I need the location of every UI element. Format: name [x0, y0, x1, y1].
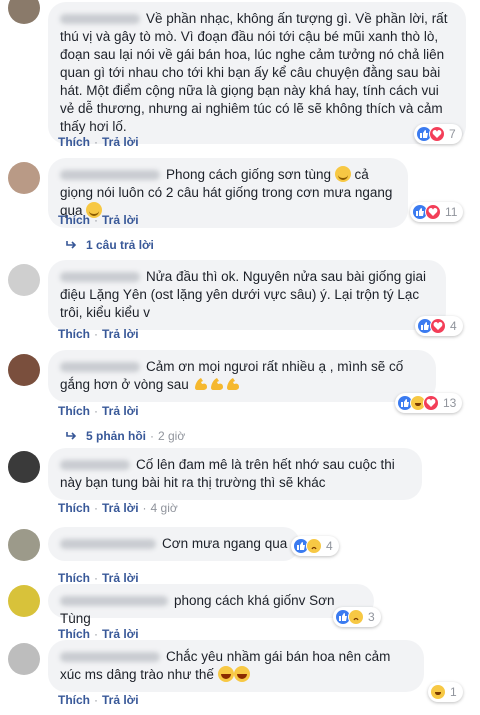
- reaction-count: 11: [445, 205, 458, 219]
- author-name-blurred[interactable]: [60, 14, 140, 25]
- replies-label: 1 câu trả lời: [86, 238, 154, 252]
- comment-text: Cơn mưa ngang qua: [162, 536, 288, 551]
- like-link[interactable]: Thích: [58, 327, 90, 341]
- reply-link[interactable]: Trả lời: [102, 571, 139, 585]
- comment-actions: Thích · Trả lời · 4 giờ: [58, 501, 178, 515]
- avatar[interactable]: [8, 643, 40, 675]
- author-name-blurred[interactable]: [60, 460, 130, 471]
- reply-link[interactable]: Trả lời: [102, 501, 139, 515]
- view-replies-link[interactable]: 5 phản hồi · 2 giờ: [66, 429, 185, 443]
- sad-icon: [348, 609, 364, 625]
- sad-icon: [306, 538, 322, 554]
- reaction-summary[interactable]: 4: [291, 536, 339, 556]
- reaction-summary[interactable]: 3: [333, 607, 381, 627]
- author-name-blurred[interactable]: [60, 539, 156, 550]
- comment-text: Về phần nhạc, không ấn tượng gì. Về phần…: [60, 11, 448, 134]
- haha-icon: [430, 684, 446, 700]
- like-link[interactable]: Thích: [58, 627, 90, 641]
- comment-actions: Thích · Trả lời: [58, 327, 139, 341]
- comment-actions: Thích · Trả lời: [58, 571, 139, 585]
- author-name-blurred[interactable]: [60, 170, 160, 181]
- avatar[interactable]: [8, 264, 40, 296]
- comment-bubble: Cơn mưa ngang qua: [48, 527, 300, 561]
- like-link[interactable]: Thích: [58, 501, 90, 515]
- avatar[interactable]: [8, 354, 40, 386]
- comment-bubble: Chắc yêu nhầm gái bán hoa nên cảm xúc ms…: [48, 640, 424, 692]
- love-icon: [429, 126, 445, 142]
- author-name-blurred[interactable]: [60, 362, 140, 373]
- comment-actions: Thích · Trả lời: [58, 693, 139, 707]
- author-name-blurred[interactable]: [60, 272, 140, 283]
- muscle-emoji: [209, 376, 225, 392]
- comment-time[interactable]: 4 giờ: [151, 501, 178, 515]
- comment-actions: Thích · Trả lời: [58, 627, 139, 641]
- comment-actions: Thích · Trả lời: [58, 213, 139, 227]
- reply-link[interactable]: Trả lời: [102, 327, 139, 341]
- reply-link[interactable]: Trả lời: [102, 627, 139, 641]
- muscle-emoji: [225, 376, 241, 392]
- laugh-emoji: [217, 666, 234, 682]
- comment-bubble: phong cách khá giốnv Sơn Tùng: [48, 584, 374, 626]
- like-link[interactable]: Thích: [58, 135, 90, 149]
- reaction-count: 4: [326, 539, 333, 553]
- love-icon: [425, 204, 441, 220]
- reply-arrow-icon: [66, 432, 77, 440]
- comment-bubble: Cố lên đam mê là trên hết nhớ sau cuộc t…: [48, 448, 422, 500]
- avatar[interactable]: [8, 585, 40, 617]
- reaction-count: 7: [449, 127, 456, 141]
- comment-text: Phong cách giống sơn tùng: [166, 167, 331, 182]
- muscle-emoji: [193, 376, 209, 392]
- love-icon: [430, 318, 446, 334]
- comment-bubble: Cảm ơn mọi ngưoi rất nhiều ạ , mình sẽ c…: [48, 350, 436, 402]
- comment-actions: Thích · Trả lời: [58, 135, 139, 149]
- reply-arrow-icon: [66, 241, 77, 249]
- comment-bubble: Về phần nhạc, không ấn tượng gì. Về phần…: [48, 2, 466, 144]
- like-link[interactable]: Thích: [58, 571, 90, 585]
- love-icon: [423, 395, 439, 411]
- reply-link[interactable]: Trả lời: [102, 404, 139, 418]
- smile-emoji: [334, 166, 351, 182]
- reaction-count: 1: [450, 685, 457, 699]
- comment-bubble: Nửa đầu thì ok. Nguyên nửa sau bài giống…: [48, 260, 446, 330]
- reaction-count: 13: [443, 396, 457, 410]
- replies-label: 5 phản hồi: [86, 429, 146, 443]
- reaction-summary[interactable]: 11: [410, 202, 464, 222]
- avatar[interactable]: [8, 451, 40, 483]
- reaction-summary[interactable]: 1: [428, 682, 463, 702]
- avatar[interactable]: [8, 0, 40, 24]
- like-link[interactable]: Thích: [58, 404, 90, 418]
- reaction-count: 4: [450, 319, 457, 333]
- reply-link[interactable]: Trả lời: [102, 213, 139, 227]
- like-link[interactable]: Thích: [58, 693, 90, 707]
- author-name-blurred[interactable]: [60, 652, 160, 663]
- avatar[interactable]: [8, 162, 40, 194]
- replies-time: 2 giờ: [158, 429, 186, 443]
- laugh-emoji: [233, 666, 250, 682]
- author-name-blurred[interactable]: [60, 596, 168, 607]
- reaction-count: 3: [368, 610, 375, 624]
- reply-link[interactable]: Trả lời: [102, 693, 139, 707]
- comment-actions: Thích · Trả lời: [58, 404, 139, 418]
- view-replies-link[interactable]: 1 câu trả lời: [66, 238, 154, 252]
- reaction-summary[interactable]: 4: [415, 316, 463, 336]
- avatar[interactable]: [8, 529, 40, 561]
- reaction-summary[interactable]: 7: [414, 124, 462, 144]
- reaction-summary[interactable]: 13: [395, 393, 463, 413]
- like-link[interactable]: Thích: [58, 213, 90, 227]
- reply-link[interactable]: Trả lời: [102, 135, 139, 149]
